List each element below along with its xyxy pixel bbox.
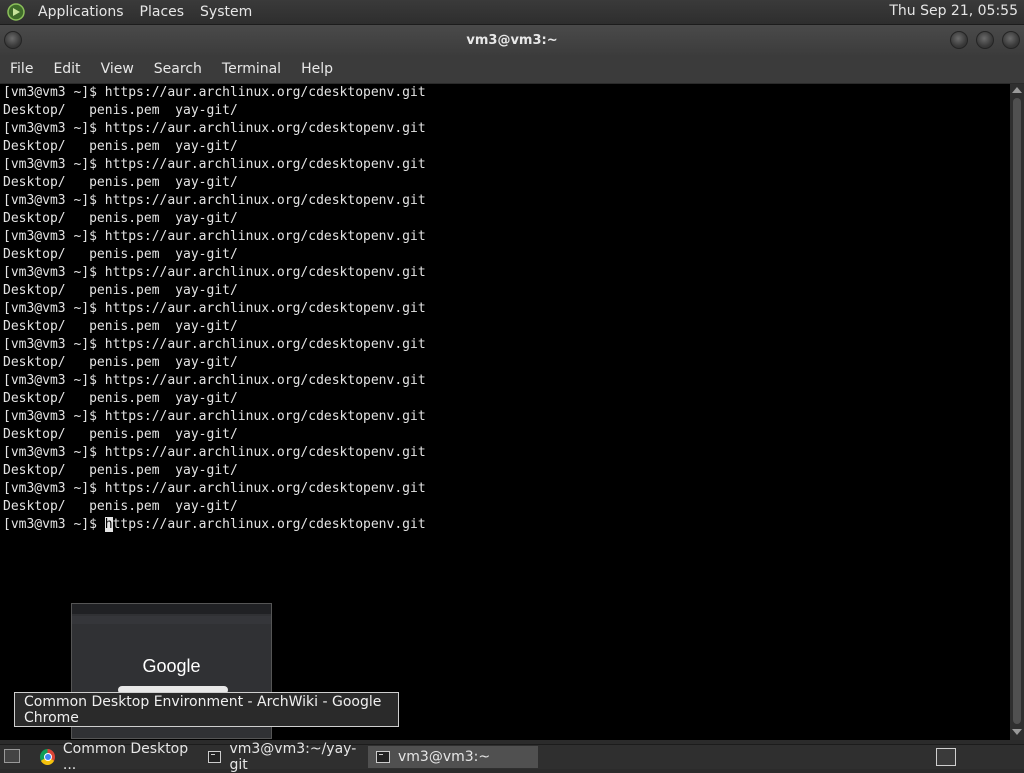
terminal-input[interactable]: ttps://aur.archlinux.org/cdesktopenv.git xyxy=(113,517,426,532)
task-terminal-home[interactable]: vm3@vm3:~ xyxy=(368,746,538,768)
preview-tabstrip xyxy=(72,604,271,614)
terminal-line: [vm3@vm3 ~]$ https://aur.archlinux.org/c… xyxy=(3,409,426,424)
terminal-icon xyxy=(208,751,222,763)
terminal-line: [vm3@vm3 ~]$ https://aur.archlinux.org/c… xyxy=(3,157,426,172)
terminal-line: Desktop/ penis.pem yay-git/ xyxy=(3,247,238,262)
top-panel: Applications Places System Thu Sep 21, 0… xyxy=(0,0,1024,25)
taskbar: Common Desktop ... vm3@vm3:~/yay-git vm3… xyxy=(0,741,1024,773)
scroll-up-arrow-icon[interactable] xyxy=(1012,87,1022,93)
menu-terminal[interactable]: Terminal xyxy=(212,61,291,77)
places-menu[interactable]: Places xyxy=(132,4,193,20)
applications-menu[interactable]: Applications xyxy=(30,4,132,20)
task-label: Common Desktop ... xyxy=(62,741,189,773)
taskbar-tooltip: Common Desktop Environment - ArchWiki - … xyxy=(14,692,399,727)
menu-search[interactable]: Search xyxy=(144,61,212,77)
chrome-icon xyxy=(40,749,55,765)
terminal-line: Desktop/ penis.pem yay-git/ xyxy=(3,139,238,154)
window-title: vm3@vm3:~ xyxy=(466,32,558,48)
window-titlebar[interactable]: vm3@vm3:~ xyxy=(0,25,1024,55)
google-logo: Google xyxy=(142,656,201,676)
task-chrome[interactable]: Common Desktop ... xyxy=(32,741,196,773)
task-label: vm3@vm3:~/yay-git xyxy=(229,741,357,773)
scrollbar-thumb[interactable] xyxy=(1013,98,1021,724)
menubar: File Edit View Search Terminal Help xyxy=(0,55,1024,84)
minimize-button[interactable] xyxy=(950,31,968,49)
terminal-line: Desktop/ penis.pem yay-git/ xyxy=(3,427,238,442)
terminal-icon xyxy=(376,751,390,763)
close-button[interactable] xyxy=(1002,31,1020,49)
terminal-line: [vm3@vm3 ~]$ https://aur.archlinux.org/c… xyxy=(3,337,426,352)
terminal-line: [vm3@vm3 ~]$ https://aur.archlinux.org/c… xyxy=(3,373,426,388)
terminal-line: [vm3@vm3 ~]$ https://aur.archlinux.org/c… xyxy=(3,265,426,280)
terminal-line: Desktop/ penis.pem yay-git/ xyxy=(3,175,238,190)
menu-edit[interactable]: Edit xyxy=(43,61,90,77)
terminal-line: [vm3@vm3 ~]$ https://aur.archlinux.org/c… xyxy=(3,193,426,208)
gnome-foot-icon[interactable] xyxy=(6,2,26,22)
terminal-input-line[interactable]: [vm3@vm3 ~]$ https://aur.archlinux.org/c… xyxy=(3,516,1010,534)
terminal-line: Desktop/ penis.pem yay-git/ xyxy=(3,319,238,334)
terminal-line: Desktop/ penis.pem yay-git/ xyxy=(3,463,238,478)
terminal-line: Desktop/ penis.pem yay-git/ xyxy=(3,283,238,298)
terminal-line: [vm3@vm3 ~]$ https://aur.archlinux.org/c… xyxy=(3,481,426,496)
terminal-cursor: h xyxy=(104,517,113,532)
terminal-line: [vm3@vm3 ~]$ https://aur.archlinux.org/c… xyxy=(3,229,426,244)
terminal-line: Desktop/ penis.pem yay-git/ xyxy=(3,355,238,370)
window-menu-button[interactable] xyxy=(4,31,22,49)
terminal-line: [vm3@vm3 ~]$ https://aur.archlinux.org/c… xyxy=(3,121,426,136)
terminal-line: Desktop/ penis.pem yay-git/ xyxy=(3,499,238,514)
terminal-scrollbar[interactable] xyxy=(1010,84,1024,740)
terminal-line: Desktop/ penis.pem yay-git/ xyxy=(3,211,238,226)
menu-help[interactable]: Help xyxy=(291,61,343,77)
system-menu[interactable]: System xyxy=(192,4,260,20)
menu-view[interactable]: View xyxy=(91,61,144,77)
task-terminal-yay-git[interactable]: vm3@vm3:~/yay-git xyxy=(200,741,368,773)
maximize-button[interactable] xyxy=(976,31,994,49)
terminal-line: [vm3@vm3 ~]$ https://aur.archlinux.org/c… xyxy=(3,85,426,100)
scroll-down-arrow-icon[interactable] xyxy=(1012,729,1022,735)
preview-addressbar xyxy=(72,616,271,624)
terminal-line: Desktop/ penis.pem yay-git/ xyxy=(3,391,238,406)
show-desktop-icon[interactable] xyxy=(4,749,20,763)
terminal-line: Desktop/ penis.pem yay-git/ xyxy=(3,103,238,118)
terminal-line: [vm3@vm3 ~]$ https://aur.archlinux.org/c… xyxy=(3,445,426,460)
menu-file[interactable]: File xyxy=(0,61,43,77)
terminal-prompt: [vm3@vm3 ~]$ xyxy=(3,517,105,532)
terminal-line: [vm3@vm3 ~]$ https://aur.archlinux.org/c… xyxy=(3,301,426,316)
workspace-switcher-icon[interactable] xyxy=(936,748,956,766)
clock[interactable]: Thu Sep 21, 05:55 xyxy=(889,3,1018,19)
task-label: vm3@vm3:~ xyxy=(398,749,491,765)
